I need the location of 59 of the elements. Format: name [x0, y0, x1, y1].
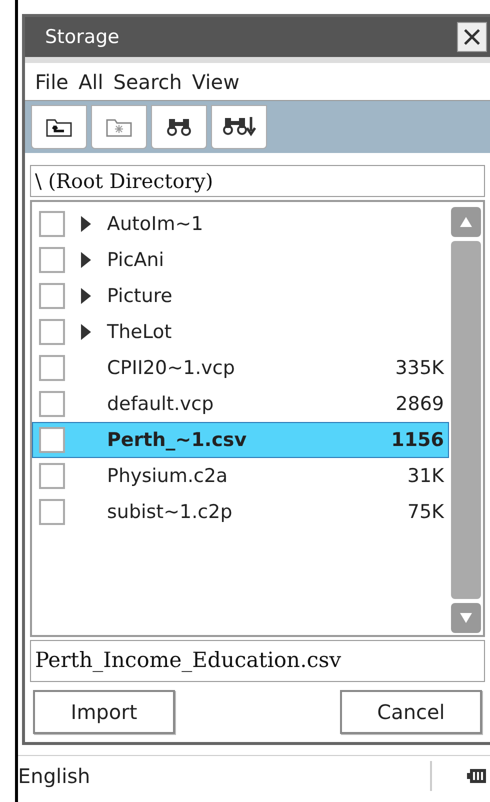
file-size: 335K [395, 356, 444, 381]
binoculars-down-icon [222, 116, 256, 138]
path-field: \ (Root Directory) [30, 165, 485, 197]
file-row[interactable]: TheLot [32, 314, 449, 350]
checkbox[interactable] [39, 211, 65, 237]
expand-arrow-icon[interactable] [80, 215, 92, 233]
down-triangle-icon [460, 613, 472, 623]
file-name: Picture [107, 284, 172, 309]
checkbox[interactable] [39, 391, 65, 417]
file-name: PicAni [107, 248, 164, 273]
file-size: 2869 [396, 392, 444, 417]
input-mode: English [18, 762, 90, 790]
file-name: default.vcp [107, 392, 214, 417]
checkbox[interactable] [39, 319, 65, 345]
file-name: Physium.c2a [107, 464, 228, 489]
file-row[interactable]: PicAni [32, 242, 449, 278]
file-row[interactable]: Picture [32, 278, 449, 314]
scroll-up-button[interactable] [451, 207, 481, 237]
file-row[interactable]: CPII20~1.vcp 335K [32, 350, 449, 386]
checkbox[interactable] [39, 283, 65, 309]
file-size: 75K [407, 500, 444, 525]
file-name: subist~1.c2p [107, 500, 232, 525]
up-triangle-icon [460, 217, 472, 227]
toolbar-button[interactable] [151, 105, 207, 149]
expand-arrow-icon[interactable] [80, 287, 92, 305]
close-icon [463, 28, 481, 46]
toolbar-button[interactable] [31, 105, 87, 149]
checkbox[interactable] [39, 247, 65, 273]
menu-item[interactable]: All [78, 66, 104, 96]
menu-item[interactable]: View [192, 66, 240, 96]
dialog-button[interactable]: Import [33, 690, 175, 734]
file-row[interactable]: AutoIm~1 [32, 206, 449, 242]
file-row[interactable]: Perth_~1.csv 1156 [32, 422, 449, 458]
binoculars-icon [166, 117, 192, 137]
file-name: CPII20~1.vcp [107, 356, 235, 381]
menu-item[interactable]: File [35, 66, 68, 96]
file-row[interactable]: default.vcp 2869 [32, 386, 449, 422]
file-row[interactable]: Physium.c2a 31K [32, 458, 449, 494]
file-size: 1156 [391, 428, 444, 453]
file-name: Perth_~1.csv [107, 428, 247, 453]
window-title: Storage [45, 24, 120, 50]
checkbox[interactable] [39, 355, 65, 381]
scroll-thumb[interactable] [451, 241, 481, 599]
filename-field: Perth_Income_Education.csv [30, 640, 485, 682]
scroll-down-button[interactable] [451, 603, 481, 633]
expand-arrow-icon[interactable] [80, 251, 92, 269]
file-name: AutoIm~1 [107, 212, 204, 237]
file-row[interactable]: subist~1.c2p 75K [32, 494, 449, 530]
battery-icon [466, 766, 486, 784]
expand-arrow-icon[interactable] [80, 323, 92, 341]
menu-item[interactable]: Search [113, 66, 182, 96]
dialog-button[interactable]: Cancel [340, 690, 482, 734]
close-button[interactable] [457, 22, 487, 52]
toolbar-button[interactable] [211, 105, 267, 149]
checkbox[interactable] [39, 499, 65, 525]
file-size: 31K [407, 464, 444, 489]
file-name: TheLot [107, 320, 172, 345]
checkbox[interactable] [39, 463, 65, 489]
checkbox[interactable] [39, 427, 65, 453]
